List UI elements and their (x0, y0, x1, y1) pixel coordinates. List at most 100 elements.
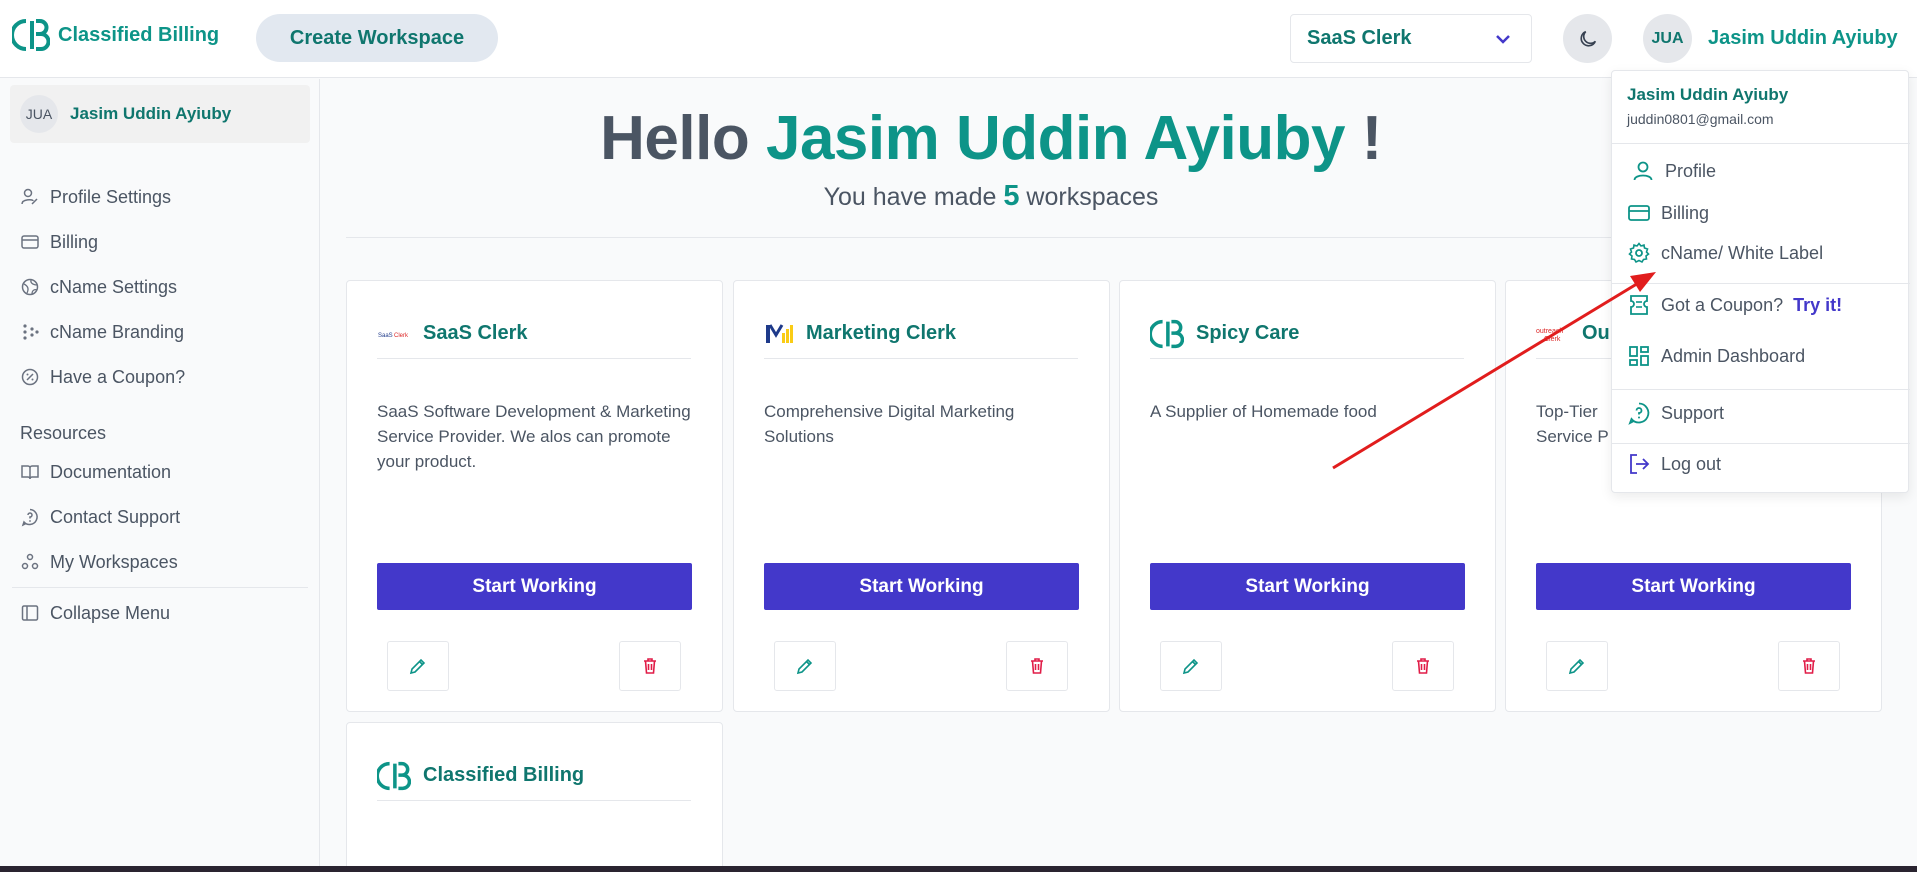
dots-grid-icon (23, 324, 39, 340)
globe-icon (21, 278, 39, 296)
sidebar-collapse-icon (21, 605, 39, 621)
profile-settings-icon (21, 188, 38, 205)
sidebar-item-label: Documentation (50, 461, 172, 482)
sidebar-item-label: cName Branding (50, 321, 185, 342)
sidebar-user-name: Jasim Uddin Ayiuby (70, 104, 232, 123)
collapse-menu-button[interactable]: Collapse Menu (20, 598, 170, 628)
dropdown-item-cname-white-label[interactable]: cName/ White Label (1627, 241, 1823, 265)
greeting-suffix: ! (1344, 104, 1383, 173)
resources-heading: Resources (20, 423, 107, 443)
dropdown-item-profile[interactable]: Profile (1631, 159, 1716, 183)
edit-button[interactable] (774, 641, 836, 691)
sidebar-item-documentation[interactable]: Documentation (20, 457, 171, 487)
create-workspace-button[interactable]: Create Workspace (256, 14, 498, 62)
logout-icon (1630, 454, 1650, 474)
sidebar-item-cname-settings[interactable]: cName Settings (20, 272, 177, 302)
greeting-prefix: Hello (600, 104, 766, 173)
help-icon (21, 508, 38, 527)
dropdown-item-label: Log out (1661, 453, 1722, 474)
workspace-card: Classified Billing (346, 722, 723, 872)
pencil-icon (796, 658, 813, 675)
try-it-link[interactable]: Try it! (1793, 295, 1842, 316)
sidebar-item-profile-settings[interactable]: Profile Settings (20, 182, 171, 212)
dropdown-item-admin-dashboard[interactable]: Admin Dashboard (1627, 344, 1805, 368)
user-icon (1633, 161, 1653, 181)
sidebar-item-cname-branding[interactable]: cName Branding (20, 317, 184, 347)
svg-text:SaaS: SaaS (378, 333, 393, 339)
workspace-card: SaaS Clerk SaaS Clerk SaaS Software Devel… (346, 280, 723, 712)
svg-text:outreach: outreach (1536, 328, 1563, 335)
workspaces-icon (21, 553, 39, 570)
card-description: A Supplier of Homemade food (1150, 402, 1377, 421)
dropdown-item-billing[interactable]: Billing (1627, 201, 1709, 225)
sidebar-item-coupon[interactable]: Have a Coupon? (20, 362, 185, 392)
card-header: SaaS Clerk SaaS Clerk (377, 309, 691, 359)
delete-button[interactable] (619, 641, 681, 691)
avatar: JUA (1643, 14, 1692, 63)
taskbar-edge (0, 866, 1917, 872)
user-dropdown-menu: Jasim Uddin Ayiuby juddin0801@gmail.com … (1611, 70, 1910, 493)
sidebar-item-label: Billing (50, 231, 99, 252)
workspace-logo-icon: outreachClerk (1536, 328, 1563, 343)
logo[interactable]: Classified Billing (12, 18, 219, 52)
card-title[interactable]: Spicy Care (1196, 322, 1299, 345)
start-working-button[interactable]: Start Working (377, 563, 692, 610)
dropdown-divider (1612, 443, 1910, 444)
dropdown-divider (1612, 283, 1910, 284)
credit-card-icon (1628, 205, 1650, 221)
card-header: Classified Billing (377, 751, 691, 801)
start-working-button[interactable]: Start Working (1536, 563, 1851, 610)
dropdown-item-label: Billing (1661, 202, 1710, 223)
trash-icon (644, 658, 656, 674)
dropdown-divider (1612, 389, 1910, 390)
dropdown-item-label: Got a Coupon? (1661, 294, 1784, 315)
sidebar-item-my-workspaces[interactable]: My Workspaces (20, 547, 178, 577)
user-menu-trigger[interactable]: JUA Jasim Uddin Ayiuby (1643, 14, 1898, 63)
delete-button[interactable] (1778, 641, 1840, 691)
workspace-select[interactable]: SaaS Clerk (1290, 14, 1532, 63)
collapse-menu-label: Collapse Menu (50, 602, 171, 623)
help-icon (1628, 402, 1650, 425)
workspace-select-value: SaaS Clerk (1307, 27, 1412, 49)
card-description: Comprehensive Digital Marketing Solution… (764, 402, 1015, 446)
dropdown-item-support[interactable]: Support (1627, 401, 1724, 425)
sidebar-item-label: Contact Support (50, 506, 181, 527)
dropdown-item-coupon[interactable]: Got a Coupon? Try it! (1627, 293, 1842, 317)
classified-billing-logo-icon (12, 19, 50, 51)
edit-button[interactable] (387, 641, 449, 691)
sidebar-item-label: Have a Coupon? (50, 366, 186, 387)
coupon-icon (21, 368, 39, 386)
dropdown-item-label: Admin Dashboard (1661, 345, 1806, 366)
dropdown-item-label: cName/ White Label (1661, 242, 1824, 263)
dropdown-user-email: juddin0801@gmail.com (1627, 111, 1774, 127)
pencil-icon (409, 658, 426, 675)
sidebar-user[interactable]: JUA Jasim Uddin Ayiuby (10, 85, 310, 143)
card-header: Spicy Care (1150, 309, 1464, 359)
top-header: Classified Billing Create Workspace SaaS… (0, 0, 1917, 78)
card-desc-line: Service P (1536, 427, 1609, 446)
ticket-icon (1630, 295, 1648, 315)
sidebar-item-contact-support[interactable]: Contact Support (20, 502, 180, 532)
card-title[interactable]: Classified Billing (423, 764, 584, 787)
moon-icon (1579, 30, 1596, 47)
chevron-down-icon (1496, 35, 1510, 44)
edit-button[interactable] (1160, 641, 1222, 691)
delete-button[interactable] (1392, 641, 1454, 691)
edit-button[interactable] (1546, 641, 1608, 691)
start-working-button[interactable]: Start Working (764, 563, 1079, 610)
delete-button[interactable] (1006, 641, 1068, 691)
dropdown-divider (1612, 143, 1910, 144)
header-user-name: Jasim Uddin Ayiuby (1708, 27, 1898, 49)
classified-billing-logo-icon (377, 761, 411, 790)
card-title[interactable]: Marketing Clerk (806, 322, 956, 345)
card-title[interactable]: SaaS Clerk (423, 322, 528, 345)
sidebar-item-billing[interactable]: Billing (20, 227, 98, 257)
pencil-icon (1182, 658, 1199, 675)
theme-toggle-button[interactable] (1563, 14, 1612, 63)
card-title[interactable]: Ou (1582, 322, 1610, 345)
start-working-button[interactable]: Start Working (1150, 563, 1465, 610)
dropdown-user-name: Jasim Uddin Ayiuby (1627, 85, 1789, 104)
sidebar-item-label: My Workspaces (50, 551, 178, 572)
credit-card-icon (21, 235, 39, 249)
dropdown-item-logout[interactable]: Log out (1627, 452, 1721, 476)
